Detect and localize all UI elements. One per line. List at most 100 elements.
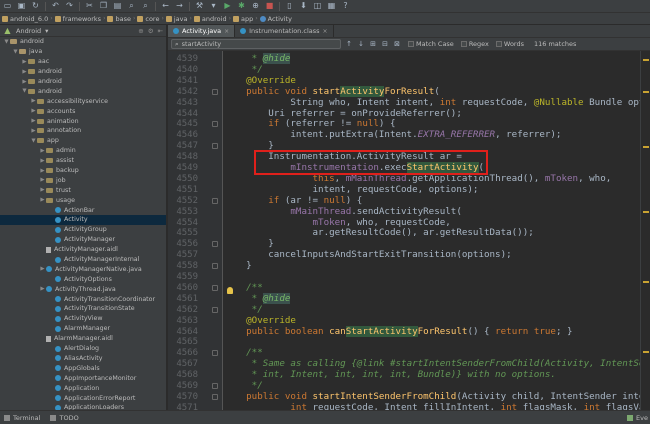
expand-arrow-icon[interactable]: ▶ — [30, 108, 37, 114]
tree-item[interactable]: ▶ accounts — [0, 106, 166, 116]
config-icon[interactable]: ▾ — [209, 1, 218, 11]
select-all-icon[interactable]: ⊟ — [381, 40, 389, 48]
tree-item[interactable]: ▶ accessibilityservice — [0, 96, 166, 106]
settings-icon[interactable]: ⚙ — [148, 27, 154, 35]
expand-arrow-icon[interactable]: ▶ — [39, 177, 46, 183]
event-log-button[interactable]: Eve — [627, 414, 650, 422]
tree-item[interactable]: ActivityManager — [0, 235, 166, 245]
breadcrumb-item[interactable]: base — [107, 15, 131, 23]
breadcrumb-item[interactable]: android — [193, 15, 227, 23]
structure-icon[interactable]: ▦ — [327, 1, 336, 11]
tree-item[interactable]: ActivityOptions — [0, 274, 166, 284]
previous-occurrence-icon[interactable]: ↑ — [345, 40, 353, 48]
tree-item[interactable]: ▶ aac — [0, 57, 166, 67]
search-input[interactable]: startActivity — [182, 40, 221, 48]
tree-item[interactable]: ▶ ActivityManagerNative.java — [0, 264, 166, 274]
sdk-manager-icon[interactable]: ⬇ — [299, 1, 308, 11]
debug-icon[interactable]: ✱ — [237, 1, 246, 11]
hide-panel-icon[interactable]: ⇤ — [158, 27, 163, 35]
redo-icon[interactable]: ↷ — [65, 1, 74, 11]
fold-marker-icon[interactable] — [212, 350, 218, 357]
editor-tab[interactable]: Instrumentation.class × — [235, 25, 334, 37]
tree-item[interactable]: ActivityManager.aidl — [0, 245, 166, 255]
match-marker[interactable] — [643, 91, 649, 93]
tree-item[interactable]: ApplicationErrorReport — [0, 393, 166, 403]
fold-marker-icon[interactable] — [212, 88, 218, 95]
expand-arrow-icon[interactable]: ▼ — [21, 88, 28, 94]
run-icon[interactable]: ▶ — [223, 1, 232, 11]
tree-item[interactable]: ActivityGroup — [0, 225, 166, 235]
fold-marker-icon[interactable] — [212, 143, 218, 150]
open-folder-icon[interactable]: ▭ — [3, 1, 12, 11]
tree-item[interactable]: Application — [0, 383, 166, 393]
tree-item[interactable]: ▶ job — [0, 175, 166, 185]
tree-item[interactable]: AppGlobals — [0, 363, 166, 373]
expand-arrow-icon[interactable]: ▶ — [39, 266, 46, 272]
sync-icon[interactable]: ↻ — [31, 1, 40, 11]
fold-marker-icon[interactable] — [212, 263, 218, 270]
tree-item[interactable]: AliasActivity — [0, 354, 166, 364]
editor-tab[interactable]: Activity.java × — [168, 25, 236, 37]
fold-marker-icon[interactable] — [212, 121, 218, 128]
breadcrumb-item[interactable]: frameworks — [54, 15, 101, 23]
help-icon[interactable]: ? — [341, 1, 350, 11]
fold-marker-icon[interactable] — [212, 241, 218, 248]
sync-panel-icon[interactable]: ⊕ — [138, 27, 143, 35]
undo-icon[interactable]: ↶ — [51, 1, 60, 11]
expand-arrow-icon[interactable]: ▶ — [39, 168, 46, 174]
breadcrumb-item[interactable]: Activity — [259, 15, 292, 23]
tree-item[interactable]: ActivityManagerInternal — [0, 255, 166, 265]
tree-item[interactable]: AppImportanceMonitor — [0, 373, 166, 383]
forward-icon[interactable]: → — [175, 1, 184, 11]
stop-icon[interactable]: ■ — [265, 1, 274, 11]
tree-item[interactable]: ▼ android — [0, 86, 166, 96]
expand-arrow-icon[interactable]: ▼ — [30, 138, 37, 144]
regex-checkbox[interactable]: Regex — [460, 40, 489, 48]
match-marker[interactable] — [643, 351, 649, 353]
match-marker[interactable] — [643, 211, 649, 213]
project-view-selector[interactable]: Android — [16, 27, 41, 35]
tree-item[interactable]: ActionBar — [0, 205, 166, 215]
tree-item[interactable]: ▶ android — [0, 77, 166, 87]
paste-icon[interactable]: ▤ — [113, 1, 122, 11]
breadcrumb-item[interactable]: app — [232, 15, 253, 23]
tree-item[interactable]: ▼ android — [0, 37, 166, 47]
tree-item[interactable]: ▶ annotation — [0, 126, 166, 136]
expand-arrow-icon[interactable]: ▶ — [21, 59, 28, 65]
expand-arrow-icon[interactable]: ▶ — [39, 187, 46, 193]
expand-arrow-icon[interactable]: ▶ — [39, 286, 46, 292]
tree-item[interactable]: ▼ java — [0, 47, 166, 57]
tree-item[interactable]: ActivityView — [0, 314, 166, 324]
expand-arrow-icon[interactable]: ▶ — [39, 158, 46, 164]
expand-arrow-icon[interactable]: ▶ — [39, 148, 46, 154]
tree-item[interactable]: ▶ admin — [0, 146, 166, 156]
attach-icon[interactable]: ⊕ — [251, 1, 260, 11]
tree-item[interactable]: ▶ ActivityThread.java — [0, 284, 166, 294]
tree-item[interactable]: ▶ usage — [0, 195, 166, 205]
tree-item[interactable]: ActivityTransitionState — [0, 304, 166, 314]
tree-item[interactable]: ▶ android — [0, 67, 166, 77]
breadcrumb-item[interactable]: java — [165, 15, 188, 23]
close-icon[interactable]: × — [224, 28, 229, 35]
match-marker[interactable] — [643, 281, 649, 283]
match-marker[interactable] — [643, 59, 649, 61]
tree-item[interactable]: AlarmManager — [0, 324, 166, 334]
tree-item[interactable]: ApplicationLoaders — [0, 403, 166, 410]
breadcrumb-item[interactable]: android_6.0 — [2, 15, 48, 23]
fold-marker-icon[interactable] — [212, 197, 218, 204]
tree-item[interactable]: AlarmManager.aidl — [0, 334, 166, 344]
expand-arrow-icon[interactable]: ▼ — [3, 39, 10, 45]
fold-marker-icon[interactable] — [212, 306, 218, 313]
find-icon[interactable]: ⌕ — [127, 1, 136, 11]
tree-item[interactable]: ▶ trust — [0, 185, 166, 195]
tree-item[interactable]: ▶ animation — [0, 116, 166, 126]
expand-arrow-icon[interactable]: ▶ — [21, 69, 28, 75]
expand-arrow-icon[interactable]: ▶ — [21, 79, 28, 85]
next-occurrence-icon[interactable]: ↓ — [357, 40, 365, 48]
tree-item[interactable]: ▼ app — [0, 136, 166, 146]
match-marker[interactable] — [643, 146, 649, 148]
tree-item[interactable]: ActivityTransitionCoordinator — [0, 294, 166, 304]
match-case-checkbox[interactable]: Match Case — [408, 40, 454, 48]
fold-marker-icon[interactable] — [212, 383, 218, 389]
filter-icon[interactable]: ⊠ — [393, 40, 401, 48]
